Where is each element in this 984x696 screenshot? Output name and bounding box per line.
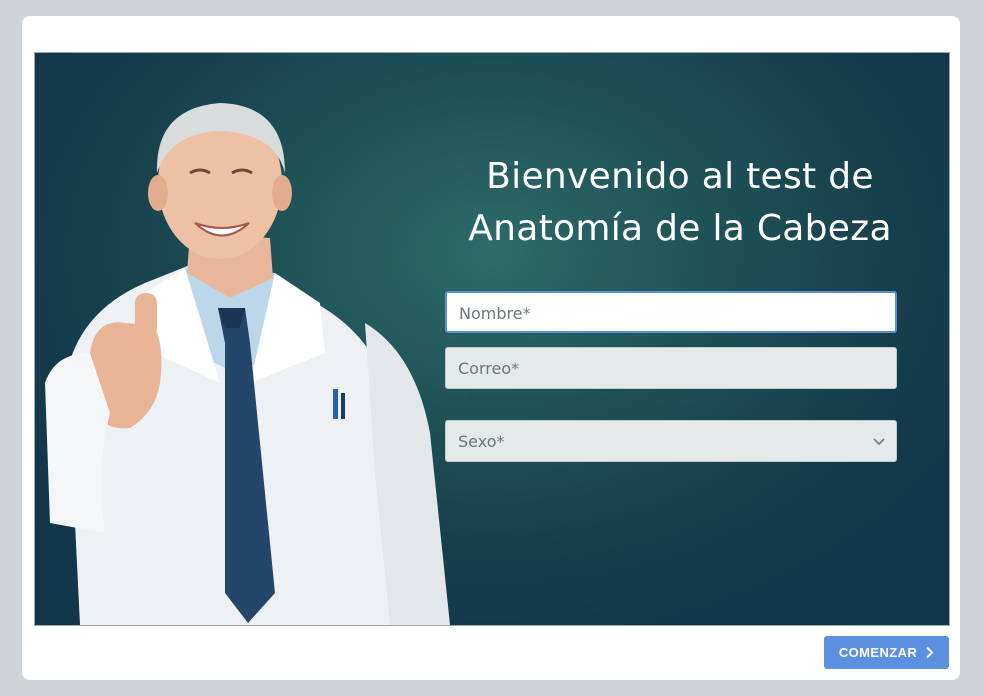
email-input[interactable]: Correo*: [445, 347, 897, 389]
sex-select[interactable]: Sexo*: [445, 420, 897, 462]
name-input[interactable]: Nombre*: [445, 291, 897, 333]
chevron-right-icon: [926, 646, 934, 659]
welcome-hero: Bienvenido al test de Anatomía de la Cab…: [34, 52, 950, 626]
chevron-down-icon: [873, 438, 885, 446]
doctor-image: [45, 103, 450, 625]
quiz-card: Bienvenido al test de Anatomía de la Cab…: [22, 16, 960, 680]
email-hint: Los Resultados se van a enviar a este co…: [445, 393, 695, 406]
sex-placeholder: Sexo*: [458, 432, 505, 451]
email-placeholder: Correo*: [458, 359, 520, 378]
welcome-title: Bienvenido al test de Anatomía de la Cab…: [445, 151, 915, 255]
title-line-2: Anatomía de la Cabeza: [468, 208, 892, 249]
name-placeholder: Nombre*: [459, 304, 531, 323]
start-button-label: COMENZAR: [838, 645, 918, 660]
start-button[interactable]: COMENZAR: [824, 636, 949, 669]
title-line-1: Bienvenido al test de: [486, 156, 874, 197]
